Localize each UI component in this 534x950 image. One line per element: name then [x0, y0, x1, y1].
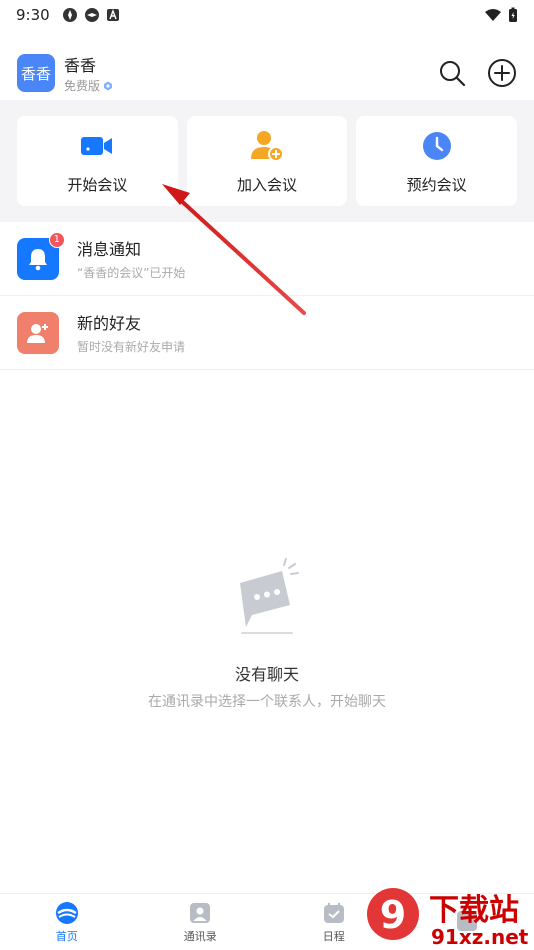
schedule-meeting-button[interactable]: 预约会议 [356, 116, 518, 206]
add-person-icon [249, 128, 285, 164]
battery-icon [509, 7, 517, 22]
app-notification-icon [84, 8, 99, 22]
list-item-notifications[interactable]: 1 消息通知 “香香的会议”已开始 [0, 222, 534, 296]
join-meeting-button[interactable]: 加入会议 [186, 116, 348, 206]
wifi-icon [485, 9, 501, 21]
app-notification-icon [62, 8, 77, 22]
watermark-big-text: 下载站 [429, 893, 519, 928]
empty-chat-icon [240, 558, 299, 634]
list-item-title: 新的好友 [77, 314, 142, 333]
search-button[interactable] [437, 58, 467, 88]
list-item-subtitle: “香香的会议”已开始 [77, 266, 186, 280]
add-button[interactable] [487, 58, 517, 88]
clock-icon [419, 128, 455, 164]
status-bar: 9:30 [0, 0, 534, 30]
schedule-meeting-label: 预约会议 [406, 175, 467, 194]
watermark: 9 下载站 91xz.net [363, 886, 534, 950]
user-plan: 免费版 [64, 77, 113, 94]
status-system-icons [484, 7, 518, 23]
unread-badge: 1 [48, 231, 65, 248]
quick-actions: 开始会议 加入会议 预约会议 [0, 100, 534, 222]
plan-label: 免费版 [64, 79, 101, 93]
tab-schedule-label: 日程 [322, 929, 345, 943]
app-header: 香香 香香 免费版 [0, 45, 534, 101]
tab-home[interactable]: 首页 [0, 894, 134, 950]
empty-subtitle: 在通讯录中选择一个联系人，开始聊天 [148, 694, 386, 710]
contacts-icon [188, 901, 212, 925]
empty-title: 没有聊天 [234, 665, 299, 684]
video-camera-icon [79, 128, 115, 164]
start-meeting-label: 开始会议 [67, 175, 128, 194]
home-logo-icon [55, 901, 79, 925]
calendar-icon [322, 901, 346, 925]
plan-badge-icon [104, 81, 113, 90]
tab-contacts[interactable]: 通讯录 [134, 894, 268, 950]
watermark-small-text: 91xz.net [431, 925, 529, 949]
list-item-subtitle: 暂时没有新好友申请 [77, 340, 186, 354]
conversation-list: 1 消息通知 “香香的会议”已开始 新的好友 暂时没有新好友申请 [0, 222, 534, 370]
watermark-logo-text: 9 [380, 893, 406, 937]
list-item-title: 消息通知 [77, 240, 142, 259]
header-actions [437, 58, 517, 88]
user-info[interactable]: 香香 免费版 [64, 52, 113, 94]
search-icon [440, 61, 466, 87]
list-item-new-friends[interactable]: 新的好友 暂时没有新好友申请 [0, 296, 534, 370]
plus-circle-icon [488, 59, 516, 87]
list-item-text: 消息通知 “香香的会议”已开始 [77, 236, 185, 281]
list-item-text: 新的好友 暂时没有新好友申请 [77, 310, 185, 355]
tab-home-label: 首页 [55, 929, 78, 943]
status-time: 9:30 [16, 6, 50, 24]
start-meeting-button[interactable]: 开始会议 [17, 116, 178, 206]
tab-contacts-label: 通讯录 [183, 929, 217, 943]
watermark-logo-icon: 9 下载站 91xz.net [367, 888, 529, 949]
user-name: 香香 [64, 56, 97, 75]
empty-state: 没有聊天 在通讯录中选择一个联系人，开始聊天 [0, 555, 534, 711]
a-letter-icon [106, 9, 119, 21]
add-friend-icon [17, 311, 59, 354]
status-notification-icons [62, 7, 120, 23]
bell-icon: 1 [17, 231, 65, 280]
avatar[interactable]: 香香 [17, 54, 55, 92]
join-meeting-label: 加入会议 [237, 175, 298, 194]
